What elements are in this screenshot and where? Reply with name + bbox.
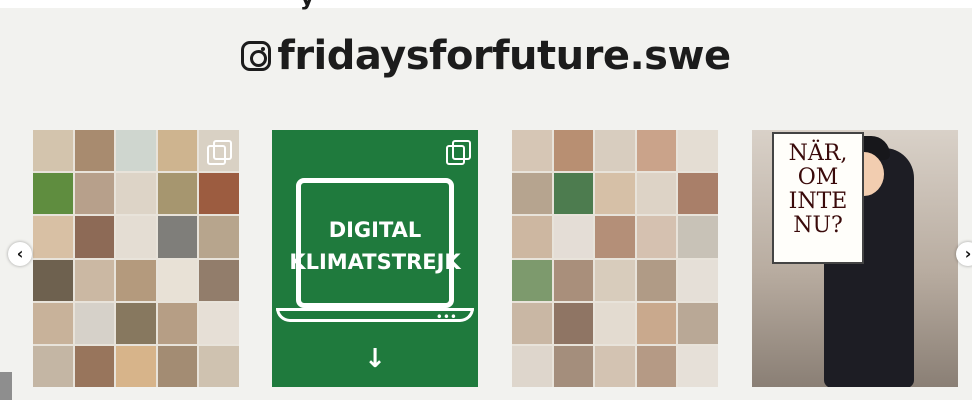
sign-line-1: NÄR, [788, 141, 848, 166]
protest-sign: NÄR, OM INTE NU? [772, 132, 864, 264]
profile-header[interactable]: fridaysforfuture.swe [0, 33, 972, 79]
carousel-icon [207, 140, 232, 165]
collage-grid [512, 130, 718, 387]
post-collage-2[interactable] [512, 130, 718, 387]
post-digital-klimatstrejk[interactable]: ••• DIGITAL KLIMATSTREJK ↓ [272, 130, 478, 387]
download-arrow-icon: ↓ [364, 344, 386, 374]
profile-username: fridaysforfuture.swe [277, 33, 731, 79]
graphic-line-digital: DIGITAL [328, 218, 422, 242]
collage-grid [33, 130, 239, 387]
edge-block [0, 372, 12, 400]
carousel-next-button[interactable]: › [956, 242, 972, 266]
partial-heading-text: y [300, 0, 314, 11]
post-collage-1[interactable] [33, 130, 239, 387]
graphic-line-klimatstrejk: KLIMATSTREJK [289, 250, 461, 274]
laptop-base-graphic: ••• [276, 308, 474, 323]
post-graphic-text: DIGITAL KLIMATSTREJK [272, 214, 478, 278]
sign-line-2: OM INTE [788, 165, 848, 214]
top-band [0, 0, 972, 8]
chevron-right-icon: › [964, 244, 972, 263]
sign-line-3: NU? [793, 213, 843, 238]
carousel-icon [446, 140, 471, 165]
chevron-left-icon: ‹ [16, 244, 24, 263]
carousel-prev-button[interactable]: ‹ [8, 242, 32, 266]
post-photo-sign[interactable]: NÄR, OM INTE NU? [752, 130, 958, 387]
instagram-icon [241, 41, 272, 71]
